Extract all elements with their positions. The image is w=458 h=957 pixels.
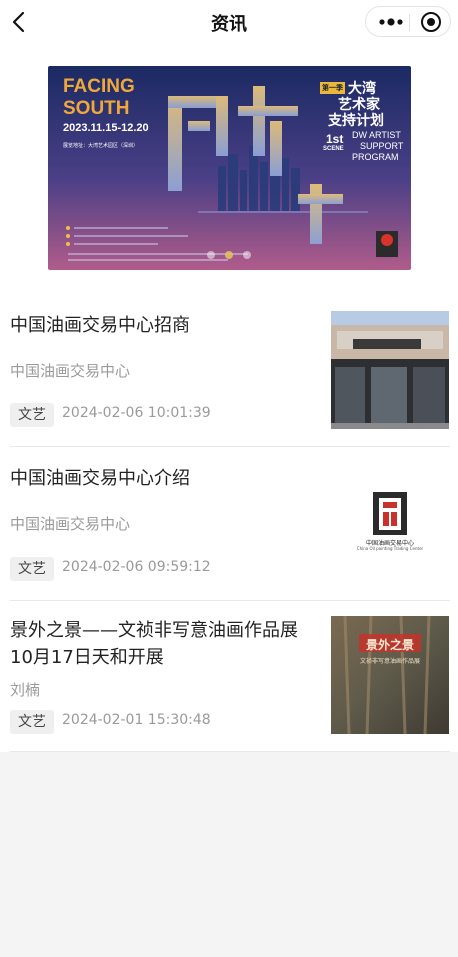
banner-venue: 展览地址：大湾艺术园区（深圳） bbox=[63, 143, 139, 149]
poster-subtitle: 文祯非写意油画作品展 bbox=[359, 658, 420, 665]
news-title[interactable]: 景外之景——文祯非写意油画作品展10月17日天和开展 bbox=[10, 617, 315, 671]
news-tag: 文艺 bbox=[10, 710, 54, 734]
news-date: 2024-02-06 10:01:39 bbox=[62, 405, 211, 421]
banner-en-3: PROGRAM bbox=[352, 152, 399, 162]
news-thumbnail-1[interactable] bbox=[331, 311, 449, 429]
mini-program-capsule bbox=[365, 6, 451, 37]
news-source: 刘楠 bbox=[10, 681, 41, 699]
news-thumbnail-2[interactable]: 中国油画交易中心 China Oil painting Trading Cent… bbox=[331, 464, 449, 582]
news-source: 中国油画交易中心 bbox=[10, 515, 131, 533]
center-logo bbox=[373, 492, 407, 535]
more-icon[interactable] bbox=[376, 13, 406, 31]
exhibition-banner[interactable]: FACING SOUTH 2023.11.15-12.20 展览地址：大湾艺术园… bbox=[48, 66, 411, 270]
banner-scene-number: 1st bbox=[326, 132, 344, 146]
banner-facing: FACING bbox=[63, 76, 135, 97]
news-date: 2024-02-01 15:30:48 bbox=[62, 712, 211, 728]
news-thumbnail-3[interactable]: 景外之景 文祯非写意油画作品展 bbox=[331, 616, 449, 734]
news-tag: 文艺 bbox=[10, 557, 54, 581]
logo-subtext: China Oil painting Trading Center bbox=[356, 546, 424, 551]
storefront-photo bbox=[331, 311, 449, 429]
item-divider bbox=[10, 446, 450, 447]
news-source: 中国油画交易中心 bbox=[10, 362, 131, 380]
exhibition-poster bbox=[331, 616, 449, 734]
banner-season: 第一季 bbox=[320, 82, 345, 94]
banner-scene-word: SCENE bbox=[323, 146, 344, 152]
item-divider bbox=[10, 600, 450, 601]
banner-en-1: DW ARTIST bbox=[352, 130, 401, 140]
news-title[interactable]: 中国油画交易中心介绍 bbox=[10, 465, 315, 492]
banner-title-cn-3: 支持计划 bbox=[328, 112, 384, 128]
nav-bar: 资讯 bbox=[0, 0, 458, 44]
banner-en-2: SUPPORT bbox=[360, 141, 404, 151]
news-title[interactable]: 中国油画交易中心招商 bbox=[10, 312, 315, 339]
poster-title: 景外之景 bbox=[365, 638, 414, 652]
news-date: 2024-02-06 09:59:12 bbox=[62, 559, 211, 575]
banner-dates: 2023.11.15-12.20 bbox=[63, 122, 149, 134]
news-tag: 文艺 bbox=[10, 403, 54, 427]
banner-south: SOUTH bbox=[63, 98, 130, 119]
close-mini-program-icon[interactable] bbox=[420, 11, 442, 33]
capsule-divider bbox=[409, 14, 410, 31]
item-divider bbox=[10, 751, 450, 752]
